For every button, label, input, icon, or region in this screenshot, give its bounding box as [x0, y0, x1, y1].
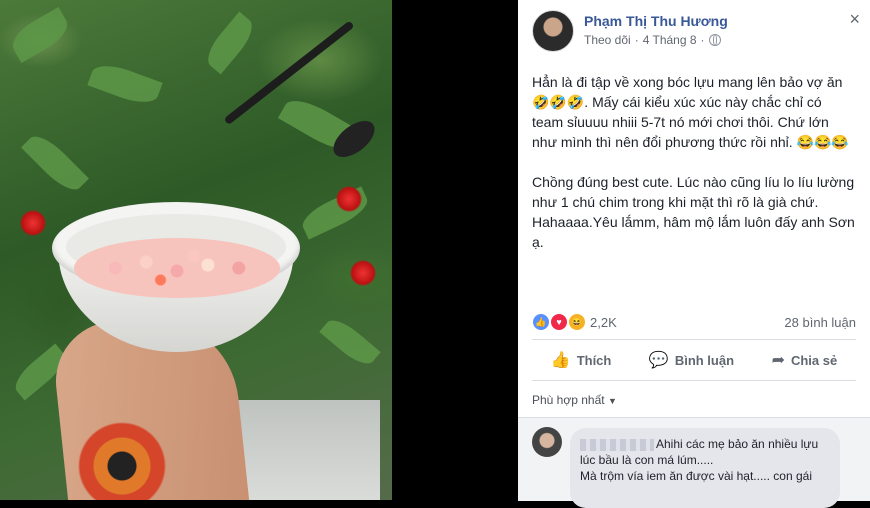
post-date[interactable]: 4 Tháng 8 — [643, 33, 697, 47]
post-photo[interactable] — [0, 0, 518, 500]
meta-separator: · — [634, 33, 639, 47]
close-icon[interactable]: × — [849, 10, 860, 28]
comment-line: Mà trộm vía iem ăn được vài hạt..... con… — [580, 469, 812, 483]
follow-link[interactable]: Theo dõi — [584, 33, 631, 47]
like-reaction-icon: 👍 — [532, 313, 550, 331]
author-name[interactable]: Phạm Thị Thu Hương — [584, 13, 728, 29]
share-arrow-icon: ➦ — [771, 352, 785, 369]
comment-label: Bình luận — [674, 352, 735, 368]
post-text: Hẳn là đi tập về xong bóc lựu mang lên b… — [532, 72, 856, 272]
haha-reaction-icon: 😆 — [568, 313, 586, 331]
reactions-count: 2,2K — [590, 314, 617, 330]
comment-sort-dropdown[interactable]: Phù hợp nhất ▼ — [532, 393, 617, 407]
comment-bubble: Ahihi các mẹ bảo ăn nhiều lựu lúc bầu là… — [570, 428, 840, 508]
post-paragraph: Chồng đúng best cute. Lúc nào cũng líu l… — [532, 174, 855, 250]
thumbs-up-icon: 👍 — [550, 352, 571, 369]
comments-count[interactable]: 28 bình luận — [784, 315, 856, 330]
like-button[interactable]: 👍 Thích — [551, 350, 612, 370]
action-bar: 👍 Thích 💬 Bình luận ➦ Chia sẻ — [532, 344, 856, 376]
divider — [532, 339, 856, 340]
share-label: Chia sẻ — [790, 352, 838, 368]
post-meta: Theo dõi · 4 Tháng 8 · — [584, 33, 721, 47]
engagement-counts: 👍 ♥ 😆 2,2K 28 bình luận — [532, 312, 856, 332]
caret-down-icon: ▼ — [607, 396, 617, 406]
comment-button[interactable]: 💬 Bình luận — [649, 350, 734, 370]
comment-line: lúc bầu là con má lúm..... — [580, 453, 714, 467]
post-paragraph: Hẳn là đi tập về xong bóc lựu mang lên b… — [532, 74, 849, 150]
blurred-commenter-name[interactable] — [580, 438, 654, 451]
sort-label: Phù hợp nhất — [532, 393, 605, 407]
love-reaction-icon: ♥ — [550, 313, 568, 331]
post-panel: Phạm Thị Thu Hương Theo dõi · 4 Tháng 8 … — [518, 0, 870, 508]
reactions-summary[interactable]: 👍 ♥ 😆 2,2K — [532, 313, 617, 331]
globe-icon[interactable] — [708, 34, 721, 46]
share-button[interactable]: ➦ Chia sẻ — [772, 350, 838, 370]
photo-image[interactable] — [0, 0, 392, 500]
like-label: Thích — [576, 352, 612, 368]
speech-bubble-icon: 💬 — [648, 352, 669, 369]
meta-separator-2: · — [700, 33, 705, 47]
commenter-avatar[interactable] — [532, 427, 562, 457]
comment-line: Ahihi các mẹ bảo ăn nhiều lựu — [656, 437, 819, 451]
author-avatar[interactable] — [532, 10, 574, 52]
divider — [532, 380, 856, 381]
